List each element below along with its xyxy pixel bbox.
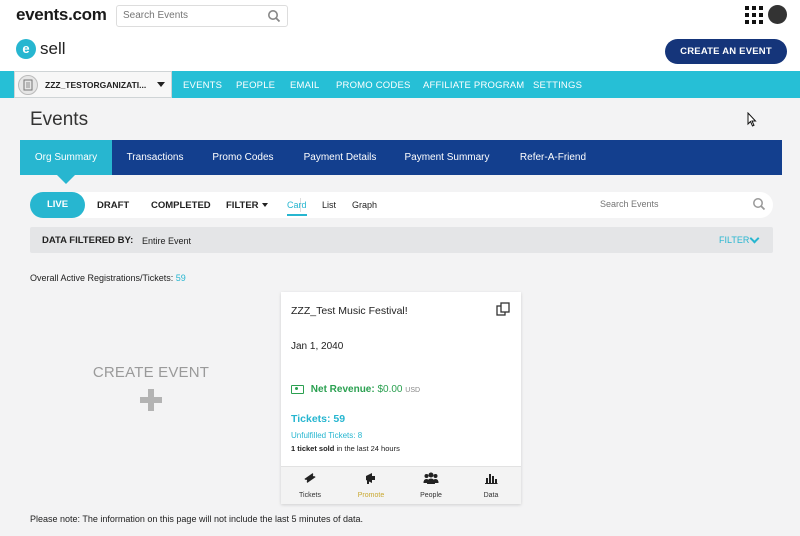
caret-down-icon — [261, 203, 268, 208]
brand-logo[interactable]: events.com — [16, 5, 107, 25]
tab-payment-details[interactable]: Payment Details — [295, 140, 385, 175]
event-search-input[interactable] — [600, 199, 740, 209]
event-date: Jan 1, 2040 — [291, 341, 344, 352]
filter-dropdown-label: FILTER — [226, 200, 259, 211]
tickets-sold-count: 1 ticket sold — [291, 444, 335, 453]
global-search-input[interactable] — [123, 10, 263, 21]
user-avatar[interactable] — [768, 5, 787, 24]
card-action-promote-label: Promote — [357, 492, 385, 499]
nav-people[interactable]: PEOPLE — [236, 80, 275, 91]
card-action-data[interactable]: Data — [471, 471, 511, 499]
card-action-tickets-label: Tickets — [299, 492, 321, 499]
organization-name: ZZZ_TESTORGANIZATI... — [45, 80, 147, 90]
view-graph[interactable]: Graph — [352, 200, 377, 210]
overall-registrations-label: Overall Active Registrations/Tickets: — [30, 273, 174, 283]
overall-registrations-count: 59 — [175, 273, 186, 283]
tickets-sold-recent: 1 ticket sold in the last 24 hours — [291, 444, 400, 453]
event-card-actions: Tickets Promote People Data — [281, 466, 521, 504]
view-card[interactable]: Card — [287, 200, 307, 216]
net-revenue-value: $0.00 — [377, 384, 403, 395]
currency-label: USD — [405, 387, 421, 394]
unfulfilled-tickets: Unfulfilled Tickets: 8 — [291, 431, 363, 440]
card-action-people-label: People — [420, 492, 442, 499]
money-icon — [291, 384, 304, 394]
card-action-data-label: Data — [483, 492, 499, 499]
tab-payment-summary[interactable]: Payment Summary — [397, 140, 497, 175]
megaphone-icon — [366, 473, 375, 484]
card-action-people[interactable]: People — [411, 471, 451, 499]
tab-transactions[interactable]: Transactions — [116, 140, 194, 175]
completed-filter-button[interactable]: COMPLETED — [151, 200, 211, 211]
tickets-sold-period: in the last 24 hours — [334, 444, 400, 453]
net-revenue: Net Revenue: $0.00 USD — [291, 384, 420, 395]
ticket-icon — [304, 473, 316, 483]
filter-dropdown[interactable]: FILTER — [226, 200, 268, 211]
data-delay-note: Please note: The information on this pag… — [30, 514, 364, 524]
create-event-tile[interactable]: CREATE EVENT — [90, 364, 212, 411]
tab-org-summary[interactable]: Org Summary — [20, 140, 112, 175]
chevron-down-icon — [157, 82, 165, 87]
net-revenue-label: Net Revenue: — [310, 384, 375, 395]
plus-icon — [140, 389, 162, 411]
global-search[interactable] — [116, 5, 288, 27]
data-filter-value: Entire Event — [142, 236, 192, 246]
esell-header: e sell CREATE AN EVENT — [0, 30, 800, 71]
create-an-event-button[interactable]: CREATE AN EVENT — [665, 39, 787, 64]
data-filter-toggle[interactable]: FILTER — [719, 235, 749, 245]
create-event-label: CREATE EVENT — [92, 364, 210, 381]
esell-label: sell — [40, 39, 66, 58]
status-filter-bar: LIVE DRAFT COMPLETED FILTER Card List Gr… — [30, 192, 773, 218]
data-filter-bar: DATA FILTERED BY: Entire Event FILTER — [30, 227, 773, 253]
nav-events[interactable]: EVENTS — [183, 80, 222, 91]
top-bar: events.com — [0, 0, 800, 30]
event-search[interactable] — [600, 195, 768, 215]
people-icon — [423, 472, 439, 484]
card-action-tickets[interactable]: Tickets — [290, 471, 330, 499]
main-nav: ZZZ_TESTORGANIZATI... EVENTS PEOPLE EMAI… — [0, 71, 800, 98]
overall-registrations: Overall Active Registrations/Tickets: 59 — [30, 273, 186, 283]
apps-grid-icon[interactable] — [745, 6, 763, 24]
tab-refer-a-friend[interactable]: Refer-A-Friend — [510, 140, 596, 175]
card-action-promote[interactable]: Promote — [351, 471, 391, 499]
tickets-count: Tickets: 59 — [291, 413, 346, 425]
organization-icon — [18, 75, 38, 95]
nav-email[interactable]: EMAIL — [290, 80, 320, 91]
active-tab-pointer — [57, 175, 75, 184]
event-card[interactable]: ZZZ_Test Music Festival! Jan 1, 2040 Net… — [281, 292, 521, 504]
data-filter-label: DATA FILTERED BY: — [42, 235, 134, 246]
event-title[interactable]: ZZZ_Test Music Festival! — [291, 305, 408, 317]
esell-logo-icon: e — [16, 39, 36, 59]
nav-settings[interactable]: SETTINGS — [533, 80, 582, 91]
search-icon[interactable] — [752, 197, 766, 211]
nav-promo-codes[interactable]: PROMO CODES — [336, 80, 411, 91]
search-icon[interactable] — [267, 9, 281, 23]
organization-selector[interactable]: ZZZ_TESTORGANIZATI... — [14, 71, 172, 98]
bar-chart-icon — [485, 474, 498, 484]
view-list[interactable]: List — [322, 200, 336, 210]
page-title: Events — [30, 109, 89, 130]
tab-promo-codes[interactable]: Promo Codes — [203, 140, 283, 175]
copy-icon[interactable] — [496, 302, 510, 316]
chevron-down-icon[interactable] — [749, 233, 760, 244]
nav-affiliate-program[interactable]: AFFILIATE PROGRAM — [423, 80, 524, 91]
summary-tabs: Org Summary Transactions Promo Codes Pay… — [20, 140, 782, 175]
draft-filter-button[interactable]: DRAFT — [97, 200, 129, 211]
live-filter-button[interactable]: LIVE — [30, 192, 85, 218]
mouse-cursor-icon — [747, 112, 757, 127]
